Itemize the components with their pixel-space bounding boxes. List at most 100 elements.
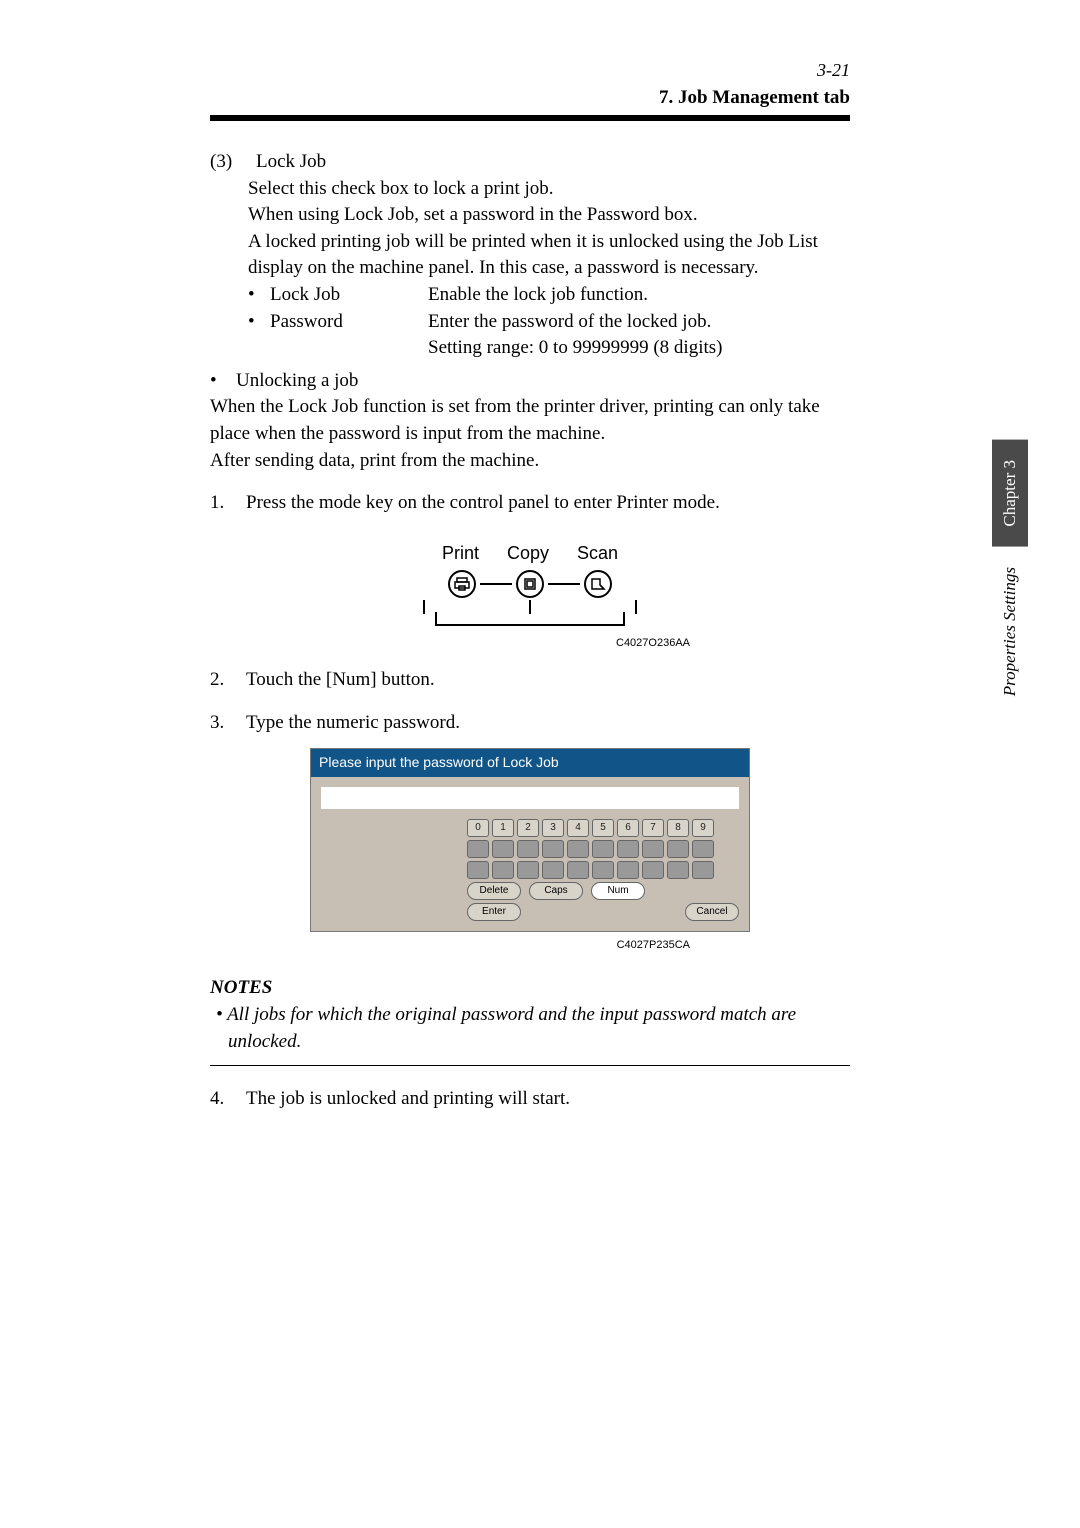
mode-panel-diagram: Print Copy Scan [210,541,850,628]
connector-line [548,583,580,585]
lock-job-desc3: A locked printing job will be printed wh… [248,229,850,282]
letter-key-row-1 [467,840,739,858]
lock-job-desc1: Select this check box to lock a print jo… [248,176,850,203]
key-8[interactable]: 8 [667,819,689,837]
bullet-marker: • [216,1004,223,1025]
step-1: 1. Press the mode key on the control pan… [210,490,850,517]
bracket-vline [423,600,425,614]
keypad-body: 0 1 2 3 4 5 6 7 8 9 [311,815,749,931]
copy-icon [516,570,544,598]
section-title: 7. Job Management tab [210,87,980,115]
bracket-hline [435,612,625,626]
letter-key[interactable] [617,840,639,858]
key-7[interactable]: 7 [642,819,664,837]
key-2[interactable]: 2 [517,819,539,837]
key-9[interactable]: 9 [692,819,714,837]
unlocking-title: Unlocking a job [236,368,358,395]
letter-key[interactable] [667,840,689,858]
sub-desc-password-range: Setting range: 0 to 99999999 (8 digits) [428,337,722,358]
lock-job-body: Select this check box to lock a print jo… [210,176,850,362]
bullet-marker: • [248,309,262,362]
key-6[interactable]: 6 [617,819,639,837]
letter-key[interactable] [467,861,489,879]
key-4[interactable]: 4 [567,819,589,837]
sub-desc-lockjob: Enable the lock job function. [428,282,648,309]
unlocking-para2: After sending data, print from the machi… [210,448,850,475]
image-code-2: C4027P235CA [210,938,850,953]
bracket-vline [635,600,637,614]
letter-key[interactable] [467,840,489,858]
letter-key-row-2 [467,861,739,879]
cancel-button[interactable]: Cancel [685,903,739,921]
letter-key[interactable] [542,840,564,858]
print-icon [448,570,476,598]
step-3: 3. Type the numeric password. [210,710,850,737]
key-0[interactable]: 0 [467,819,489,837]
item-number: (3) [210,149,246,176]
copy-label: Copy [507,541,549,566]
chapter-tab: Chapter 3 [992,440,1028,547]
main-content: (3) Lock Job Select this check box to lo… [210,149,850,1113]
delete-button[interactable]: Delete [467,882,521,900]
sub-bullet-password: • Password Enter the password of the loc… [248,309,850,362]
side-tab: Chapter 3 Properties Settings [992,440,1028,716]
unlocking-header: • Unlocking a job [210,368,850,395]
scan-label: Scan [577,541,618,566]
notes-body: • All jobs for which the original passwo… [210,1002,850,1055]
print-label: Print [442,541,479,566]
item-title: Lock Job [256,149,326,176]
key-1[interactable]: 1 [492,819,514,837]
step-text: Press the mode key on the control panel … [246,490,720,517]
step-2: 2. Touch the [Num] button. [210,667,850,694]
page-number: 3-21 [210,60,980,81]
letter-key[interactable] [592,840,614,858]
header-divider [210,115,850,121]
unlocking-para1: When the Lock Job function is set from t… [210,394,850,447]
letter-key[interactable] [692,861,714,879]
sub-label-password: Password [270,309,420,362]
keypad-panel: Please input the password of Lock Job 0 … [310,748,750,932]
letter-key[interactable] [592,861,614,879]
caps-button[interactable]: Caps [529,882,583,900]
letter-key[interactable] [492,840,514,858]
letter-key[interactable] [617,861,639,879]
notes-header: NOTES [210,975,850,1002]
letter-key[interactable] [567,840,589,858]
letter-key[interactable] [492,861,514,879]
step-text: The job is unlocked and printing will st… [246,1086,570,1113]
step-number: 1. [210,490,234,517]
letter-key[interactable] [667,861,689,879]
keypad-title: Please input the password of Lock Job [311,749,749,777]
bullet-marker: • [248,282,262,309]
letter-key[interactable] [642,840,664,858]
letter-key[interactable] [567,861,589,879]
num-button[interactable]: Num [591,882,645,900]
scan-icon [584,570,612,598]
panel-labels: Print Copy Scan [210,541,850,566]
key-5[interactable]: 5 [592,819,614,837]
function-key-row-1: Delete Caps Num [467,882,739,900]
enter-button[interactable]: Enter [467,903,521,921]
notes-text: All jobs for which the original password… [227,1004,796,1052]
sub-label-lockjob: Lock Job [270,282,420,309]
letter-key[interactable] [642,861,664,879]
properties-settings-tab: Properties Settings [996,547,1024,716]
keypad-left-area [321,819,461,921]
key-3[interactable]: 3 [542,819,564,837]
notes-divider [210,1065,850,1066]
step-text: Type the numeric password. [246,710,460,737]
lock-job-header: (3) Lock Job [210,149,850,176]
step-number: 3. [210,710,234,737]
function-key-row-2: Enter Cancel [467,903,739,921]
letter-key[interactable] [517,840,539,858]
keypad-display[interactable] [321,787,739,809]
letter-key[interactable] [692,840,714,858]
bullet-marker: • [210,368,224,395]
lock-job-desc2: When using Lock Job, set a password in t… [248,202,850,229]
sub-bullet-lockjob: • Lock Job Enable the lock job function. [248,282,850,309]
sub-desc-password: Enter the password of the locked job. [428,311,711,332]
letter-key[interactable] [542,861,564,879]
step-number: 2. [210,667,234,694]
keypad-right-area: 0 1 2 3 4 5 6 7 8 9 [467,819,739,921]
letter-key[interactable] [517,861,539,879]
